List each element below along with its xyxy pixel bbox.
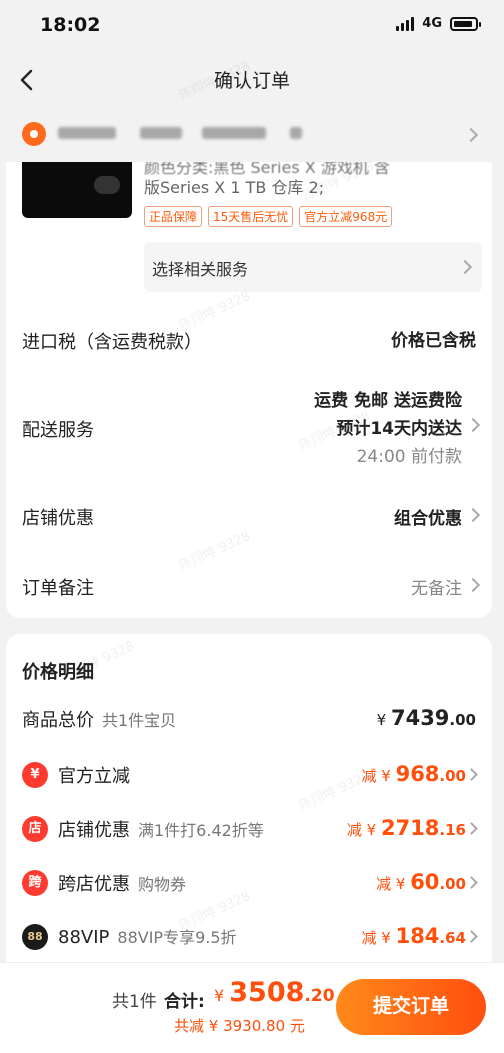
discount-sub: 满1件打6.42折等 [138, 821, 264, 840]
page-title: 确认订单 [213, 70, 290, 92]
amount-int: 60 [410, 870, 440, 894]
checkout-bar: 共1件 合计: ¥ 3508.20 共减 ¥ 3930.80 元 提交订单 [0, 962, 504, 1053]
currency-prefix: 减 ¥ [361, 929, 396, 947]
price-total-row: 商品总价 共1件宝贝 ¥ 7439.00 [22, 700, 476, 740]
tag-discount: 官方立减968元 [299, 206, 393, 227]
amount-int: 7439 [390, 706, 450, 730]
address-bar[interactable] [0, 108, 504, 162]
chevron-right-icon [465, 577, 481, 593]
chevron-right-icon [463, 127, 479, 143]
submit-order-button[interactable]: 提交订单 [336, 979, 486, 1035]
total-saved: 共减 ¥ 3930.80 元 [174, 1017, 305, 1035]
discount-amount: 减 ¥ 2718.16 [347, 816, 466, 840]
address-blurred [140, 127, 182, 139]
price-detail-card: 价格明细 商品总价 共1件宝贝 ¥ 7439.00 ¥ 官方立减 减 ¥ 968.… [6, 634, 492, 974]
chevron-right-icon [465, 417, 481, 433]
product-title-line2: 版Series X 1 TB 仓库 2; [144, 178, 325, 197]
amount-dec: .16 [439, 821, 466, 839]
discount-label-text: 跨店优惠 [58, 874, 130, 895]
currency-prefix: 减 ¥ [361, 767, 396, 785]
import-tax-value: 价格已含税 [391, 331, 476, 351]
import-tax-label: 进口税（含运费税款） [22, 332, 202, 353]
status-icons: 4G [396, 16, 481, 31]
price-total-sub: 共1件宝贝 [102, 711, 177, 730]
tag-authentic: 正品保障 [144, 206, 203, 227]
discount-label: 官方立减 [58, 766, 130, 787]
total-amount: ¥ 3508.20 [214, 977, 335, 1008]
chevron-right-icon [457, 259, 473, 275]
total-label: 合计: [164, 992, 205, 1012]
signal-icon [396, 16, 415, 31]
chevron-right-icon [465, 930, 478, 943]
chevron-right-icon [465, 822, 478, 835]
chevron-right-icon [465, 768, 478, 781]
address-blurred [58, 127, 116, 139]
shop-discount-value: 组合优惠 [394, 509, 462, 529]
discount-official-row[interactable]: ¥ 官方立减 减 ¥ 968.00 [22, 756, 478, 796]
currency-prefix: 减 ¥ [376, 875, 411, 893]
cross-store-icon: 跨 [22, 870, 48, 896]
order-note-label: 订单备注 [22, 578, 94, 599]
network-label: 4G [422, 16, 442, 31]
address-blurred [202, 127, 266, 139]
delivery-eta: 预计14天内送达 [336, 419, 462, 439]
order-card: 颜色分类:黑色 Series X 游戏机 含 版Series X 1 TB 仓库… [6, 162, 492, 618]
discount-label-text: 店铺优惠 [58, 820, 130, 841]
amount-int: 3508 [229, 977, 305, 1008]
delivery-deadline: 24:00 前付款 [356, 447, 462, 467]
item-count: 共1件 [112, 992, 157, 1012]
amount-dec: .00 [439, 875, 466, 893]
order-note-value: 无备注 [411, 579, 462, 599]
price-total-amount: ¥ 7439.00 [377, 706, 476, 730]
discount-sub: 88VIP专享9.5折 [117, 928, 237, 947]
currency-prefix: ¥ [214, 986, 230, 1005]
amount-dec: .64 [439, 929, 466, 947]
discount-amount: 减 ¥ 968.00 [361, 762, 466, 786]
chevron-right-icon [465, 507, 481, 523]
chevron-right-icon [465, 876, 478, 889]
amount-int: 184 [395, 924, 440, 948]
shop-discount-label: 店铺优惠 [22, 508, 94, 529]
price-detail-title: 价格明细 [22, 662, 94, 683]
currency-prefix: 减 ¥ [346, 821, 381, 839]
vip-icon: 88 [22, 924, 48, 950]
discount-label: 店铺优惠 满1件打6.42折等 [58, 816, 264, 842]
amount-int: 968 [395, 762, 440, 786]
amount-dec: .00 [449, 711, 476, 729]
product-image[interactable] [22, 162, 132, 218]
discount-88vip-row[interactable]: 88 88VIP 88VIP专享9.5折 减 ¥ 184.64 [22, 918, 478, 958]
official-discount-icon: ¥ [22, 762, 48, 788]
amount-dec: .00 [439, 767, 466, 785]
discount-amount: 减 ¥ 184.64 [361, 924, 466, 948]
battery-icon [450, 16, 481, 31]
currency-prefix: ¥ [376, 711, 391, 729]
shop-icon: 店 [22, 816, 48, 842]
discount-label: 88VIP 88VIP专享9.5折 [58, 924, 237, 948]
delivery-shipping: 运费 免邮 送运费险 [314, 391, 462, 411]
nav-bar: 确认订单 [0, 52, 504, 108]
price-total-label-text: 商品总价 [22, 710, 94, 731]
discount-shop-row[interactable]: 店 店铺优惠 满1件打6.42折等 减 ¥ 2718.16 [22, 810, 478, 850]
product-tags: 正品保障 15天售后无忧 官方立减968元 [144, 206, 393, 227]
discount-label: 跨店优惠 购物券 [58, 870, 186, 896]
address-blurred [290, 127, 302, 139]
amount-int: 2718 [380, 816, 440, 840]
status-time: 18:02 [40, 14, 101, 36]
discount-cross-store-row[interactable]: 跨 跨店优惠 购物券 减 ¥ 60.00 [22, 864, 478, 904]
location-pin-icon [22, 122, 46, 146]
delivery-label: 配送服务 [22, 420, 94, 441]
select-service-label: 选择相关服务 [152, 260, 249, 279]
tag-aftersale: 15天售后无忧 [208, 206, 294, 227]
amount-dec: .20 [304, 986, 335, 1006]
discount-amount: 减 ¥ 60.00 [376, 870, 466, 894]
status-bar: 18:02 4G [0, 0, 504, 52]
discount-label-text: 88VIP [58, 927, 110, 948]
select-service-button[interactable]: 选择相关服务 [144, 242, 482, 292]
price-total-label: 商品总价 共1件宝贝 [22, 706, 176, 732]
discount-sub: 购物券 [138, 875, 187, 894]
